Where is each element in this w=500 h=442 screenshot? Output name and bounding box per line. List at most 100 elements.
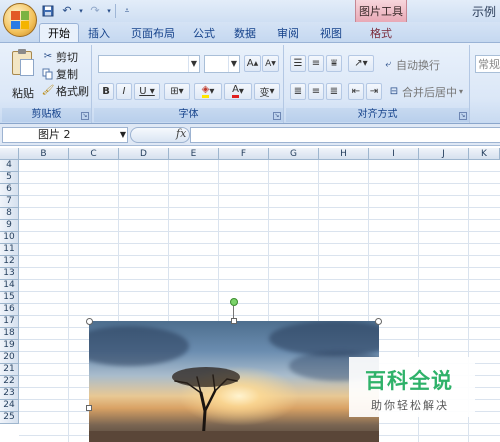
increase-indent-button[interactable]: ⇥: [366, 83, 382, 100]
resize-handle-top-left[interactable]: [86, 318, 93, 325]
wrap-text-button[interactable]: ⤶ 自动换行: [382, 57, 440, 72]
font-color-button[interactable]: A ▾: [224, 83, 252, 100]
tab-view[interactable]: 视图: [314, 23, 348, 42]
tab-format[interactable]: 格式: [363, 23, 399, 42]
row-header[interactable]: 21: [0, 364, 19, 376]
column-header[interactable]: E: [169, 148, 219, 160]
row-header[interactable]: 24: [0, 400, 19, 412]
format-painter-button[interactable]: 🖌 格式刷: [42, 83, 89, 98]
row-header[interactable]: 16: [0, 304, 19, 316]
column-header[interactable]: F: [219, 148, 269, 160]
number-format-combo[interactable]: 常规: [475, 55, 500, 73]
italic-button[interactable]: I: [116, 83, 132, 100]
copy-button[interactable]: 复制: [42, 66, 78, 81]
column-header[interactable]: I: [369, 148, 419, 160]
decrease-indent-button[interactable]: ⇤: [348, 83, 364, 100]
align-bottom-button[interactable]: ⩸: [326, 55, 342, 72]
row-header[interactable]: 17: [0, 316, 19, 328]
select-all-corner[interactable]: [0, 148, 19, 160]
shrink-font-button[interactable]: A ▼: [262, 55, 279, 72]
column-header[interactable]: K: [469, 148, 500, 160]
row-header[interactable]: 11: [0, 244, 19, 256]
alignment-dialog-launcher[interactable]: ↘: [459, 112, 467, 120]
chevron-down-icon: ▼: [119, 130, 126, 139]
underline-button[interactable]: U ▾: [134, 83, 160, 100]
row-header[interactable]: 20: [0, 352, 19, 364]
redo-dropdown-icon[interactable]: ▾: [106, 3, 112, 18]
scissors-icon: ✂: [43, 51, 53, 62]
column-header[interactable]: D: [119, 148, 169, 160]
underline-icon: U: [139, 86, 147, 97]
row-header[interactable]: 19: [0, 340, 19, 352]
customize-icon[interactable]: ⩡: [119, 3, 135, 18]
column-header[interactable]: C: [69, 148, 119, 160]
grow-font-button[interactable]: A ▲: [244, 55, 261, 72]
paste-button[interactable]: 粘贴: [6, 49, 40, 103]
column-header[interactable]: B: [19, 148, 69, 160]
undo-dropdown-icon[interactable]: ▾: [78, 3, 84, 18]
row-header[interactable]: 5: [0, 172, 19, 184]
font-name-combo[interactable]: ▼: [98, 55, 200, 73]
insert-function-button[interactable]: fx: [176, 127, 186, 140]
tab-data[interactable]: 数据: [228, 23, 262, 42]
font-group: ▼ ▼ A ▲ A ▼ B I U ▾ ⊞ ▾ ◈ ▾ A ▾ 变 ▾ 字体 ↘: [94, 45, 284, 123]
ribbon-tabs: 开始 插入 页面布局 公式 数据 审阅 视图 格式: [0, 22, 500, 42]
align-center-button[interactable]: ≡: [308, 83, 324, 100]
column-header[interactable]: H: [319, 148, 369, 160]
font-dialog-launcher[interactable]: ↘: [273, 112, 281, 120]
align-top-button[interactable]: ☰: [290, 55, 306, 72]
borders-button[interactable]: ⊞ ▾: [164, 83, 190, 100]
rotate-handle[interactable]: [230, 298, 238, 306]
tree-silhouette-icon: [89, 367, 379, 442]
cut-button[interactable]: ✂ 剪切: [42, 49, 78, 64]
tab-formulas[interactable]: 公式: [187, 23, 221, 42]
resize-handle-top-right[interactable]: [375, 318, 382, 325]
save-icon[interactable]: [40, 3, 56, 18]
align-middle-button[interactable]: ≡: [308, 55, 324, 72]
merge-cells-icon: ⊟: [389, 86, 399, 97]
alignment-group: ☰ ≡ ⩸ ↗ ▾ ⤶ 自动换行 ≣ ≡ ≣ ⇤ ⇥ ⊟ 合并后居中 ▾ 对齐方式…: [286, 45, 470, 123]
row-header[interactable]: 14: [0, 280, 19, 292]
clipboard-dialog-launcher[interactable]: ↘: [81, 112, 89, 120]
name-box[interactable]: 图片 2 ▼: [2, 127, 128, 143]
resize-handle-left[interactable]: [86, 405, 92, 411]
row-header[interactable]: 6: [0, 184, 19, 196]
row-header[interactable]: 18: [0, 328, 19, 340]
phonetic-button[interactable]: 变 ▾: [254, 83, 280, 100]
row-header[interactable]: 23: [0, 388, 19, 400]
bold-button[interactable]: B: [98, 83, 114, 100]
row-header[interactable]: 7: [0, 196, 19, 208]
row-header[interactable]: 15: [0, 292, 19, 304]
merge-center-label: 合并后居中: [402, 85, 457, 99]
align-left-button[interactable]: ≣: [290, 83, 306, 100]
tab-review[interactable]: 审阅: [271, 23, 305, 42]
tab-insert[interactable]: 插入: [82, 23, 116, 42]
merge-center-button[interactable]: ⊟ 合并后居中 ▾: [388, 84, 463, 99]
row-header[interactable]: 25: [0, 412, 19, 424]
undo-icon[interactable]: ↶: [59, 3, 75, 18]
row-header[interactable]: 8: [0, 208, 19, 220]
column-header[interactable]: J: [419, 148, 469, 160]
row-header[interactable]: 13: [0, 268, 19, 280]
row-header[interactable]: 12: [0, 256, 19, 268]
align-middle-icon: ≡: [311, 58, 321, 69]
formula-input[interactable]: [190, 127, 500, 143]
font-size-combo[interactable]: ▼: [204, 55, 240, 73]
orientation-button[interactable]: ↗ ▾: [348, 55, 374, 72]
ribbon: 粘贴 ✂ 剪切 复制 🖌 格式刷 剪贴板 ↘ ▼ ▼ A ▲ A ▼ B I U…: [0, 42, 500, 124]
row-header[interactable]: 22: [0, 376, 19, 388]
office-button[interactable]: [3, 3, 37, 37]
row-header[interactable]: 10: [0, 232, 19, 244]
redo-icon[interactable]: ↷: [87, 3, 103, 18]
row-header[interactable]: 4: [0, 160, 19, 172]
fill-bucket-icon: ◈: [201, 85, 210, 98]
tab-home[interactable]: 开始: [39, 23, 79, 42]
row-header[interactable]: 9: [0, 220, 19, 232]
tree-sunset-picture[interactable]: [89, 321, 379, 442]
fill-color-button[interactable]: ◈ ▾: [194, 83, 222, 100]
resize-handle-top[interactable]: [231, 318, 237, 324]
tab-page-layout[interactable]: 页面布局: [122, 23, 184, 42]
align-right-button[interactable]: ≣: [326, 83, 342, 100]
column-header[interactable]: G: [269, 148, 319, 160]
brush-icon: 🖌: [41, 85, 55, 96]
